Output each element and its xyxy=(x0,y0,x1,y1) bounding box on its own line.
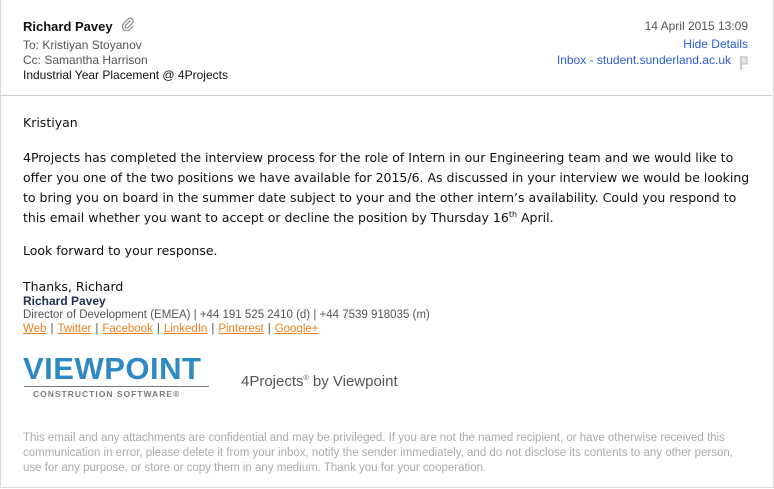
to-recipient[interactable]: Kristiyan Stoyanov xyxy=(42,38,141,52)
closing-line: Look forward to your response. xyxy=(23,243,218,258)
link-separator: | xyxy=(50,323,54,335)
header-divider xyxy=(0,95,772,96)
link-separator: | xyxy=(211,323,215,335)
sender-name[interactable]: Richard Pavey xyxy=(23,19,113,34)
to-label: To: xyxy=(23,38,40,52)
main-paragraph: 4Projects has completed the interview pr… xyxy=(23,148,758,228)
4projects-brand: 4Projects® by Viewpoint xyxy=(241,373,398,390)
greeting: Kristiyan xyxy=(23,115,78,130)
cc-recipient[interactable]: Samantha Harrison xyxy=(44,53,147,67)
web-link[interactable]: Web xyxy=(23,323,46,335)
cc-label: Cc: xyxy=(23,53,41,67)
hide-details-link[interactable]: Hide Details xyxy=(683,37,748,51)
googleplus-link[interactable]: Google+ xyxy=(275,323,319,335)
flag-icon[interactable] xyxy=(739,55,749,71)
pinterest-link[interactable]: Pinterest xyxy=(218,323,263,335)
logo-tagline-text: CONSTRUCTION SOFTWARE xyxy=(33,389,173,399)
twitter-link[interactable]: Twitter xyxy=(57,323,91,335)
confidentiality-disclaimer: This email and any attachments are confi… xyxy=(23,432,733,474)
linkedin-link[interactable]: LinkedIn xyxy=(164,323,207,335)
link-separator: | xyxy=(156,323,160,335)
cc-line: Cc: Samantha Harrison xyxy=(23,53,148,67)
signature-name: Richard Pavey xyxy=(23,294,106,308)
social-links: Web | Twitter | Facebook | LinkedIn | Pinterest |… xyxy=(23,323,319,335)
ordinal-suffix: th xyxy=(508,210,518,219)
logo-registered-mark: ® xyxy=(173,389,181,399)
signature-title: Director of Development (EMEA) | +44 191… xyxy=(23,309,430,321)
email-subject: Industrial Year Placement @ 4Projects xyxy=(23,68,228,82)
brand-name: 4Projects xyxy=(241,373,304,390)
to-line: To: Kristiyan Stoyanov xyxy=(23,38,142,52)
viewpoint-logo: VIEWPOINT CONSTRUCTION SOFTWARE® xyxy=(23,352,213,404)
mailbox-link[interactable]: Inbox - student.sunderland.ac.uk xyxy=(557,53,731,67)
brand-suffix: by Viewpoint xyxy=(308,373,398,390)
main-paragraph-end: April. xyxy=(517,210,554,225)
logo-tagline: CONSTRUCTION SOFTWARE® xyxy=(33,389,180,399)
link-separator: | xyxy=(267,323,271,335)
link-separator: | xyxy=(95,323,99,335)
logo-wordmark: VIEWPOINT xyxy=(23,351,202,386)
logo-rule xyxy=(24,386,209,387)
facebook-link[interactable]: Facebook xyxy=(102,323,153,335)
main-paragraph-text: 4Projects has completed the interview pr… xyxy=(23,150,750,225)
paperclip-icon xyxy=(121,17,134,31)
email-date: 14 April 2015 13:09 xyxy=(644,19,748,33)
